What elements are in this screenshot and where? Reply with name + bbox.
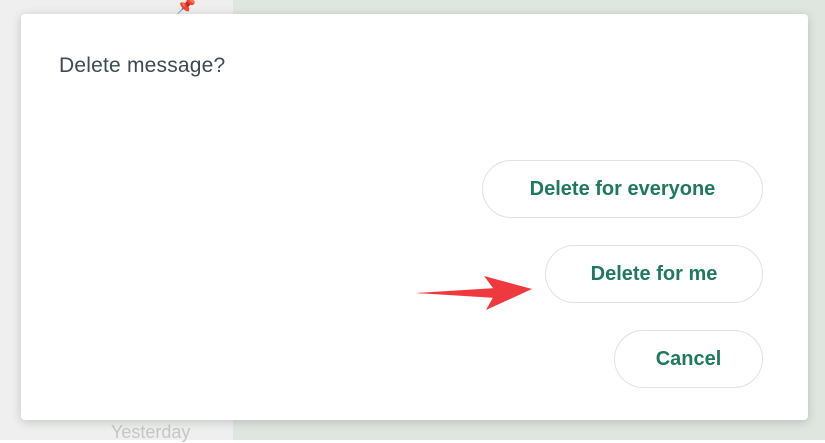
arrow-right-icon: [416, 276, 532, 310]
pin-icon: 📌: [176, 0, 196, 15]
dialog-title: Delete message?: [59, 54, 226, 77]
delete-message-dialog: Delete message? Delete for everyone Dele…: [21, 14, 808, 420]
delete-for-me-button[interactable]: Delete for me: [545, 245, 763, 303]
delete-for-everyone-button[interactable]: Delete for everyone: [482, 160, 763, 218]
cancel-button[interactable]: Cancel: [614, 330, 763, 388]
